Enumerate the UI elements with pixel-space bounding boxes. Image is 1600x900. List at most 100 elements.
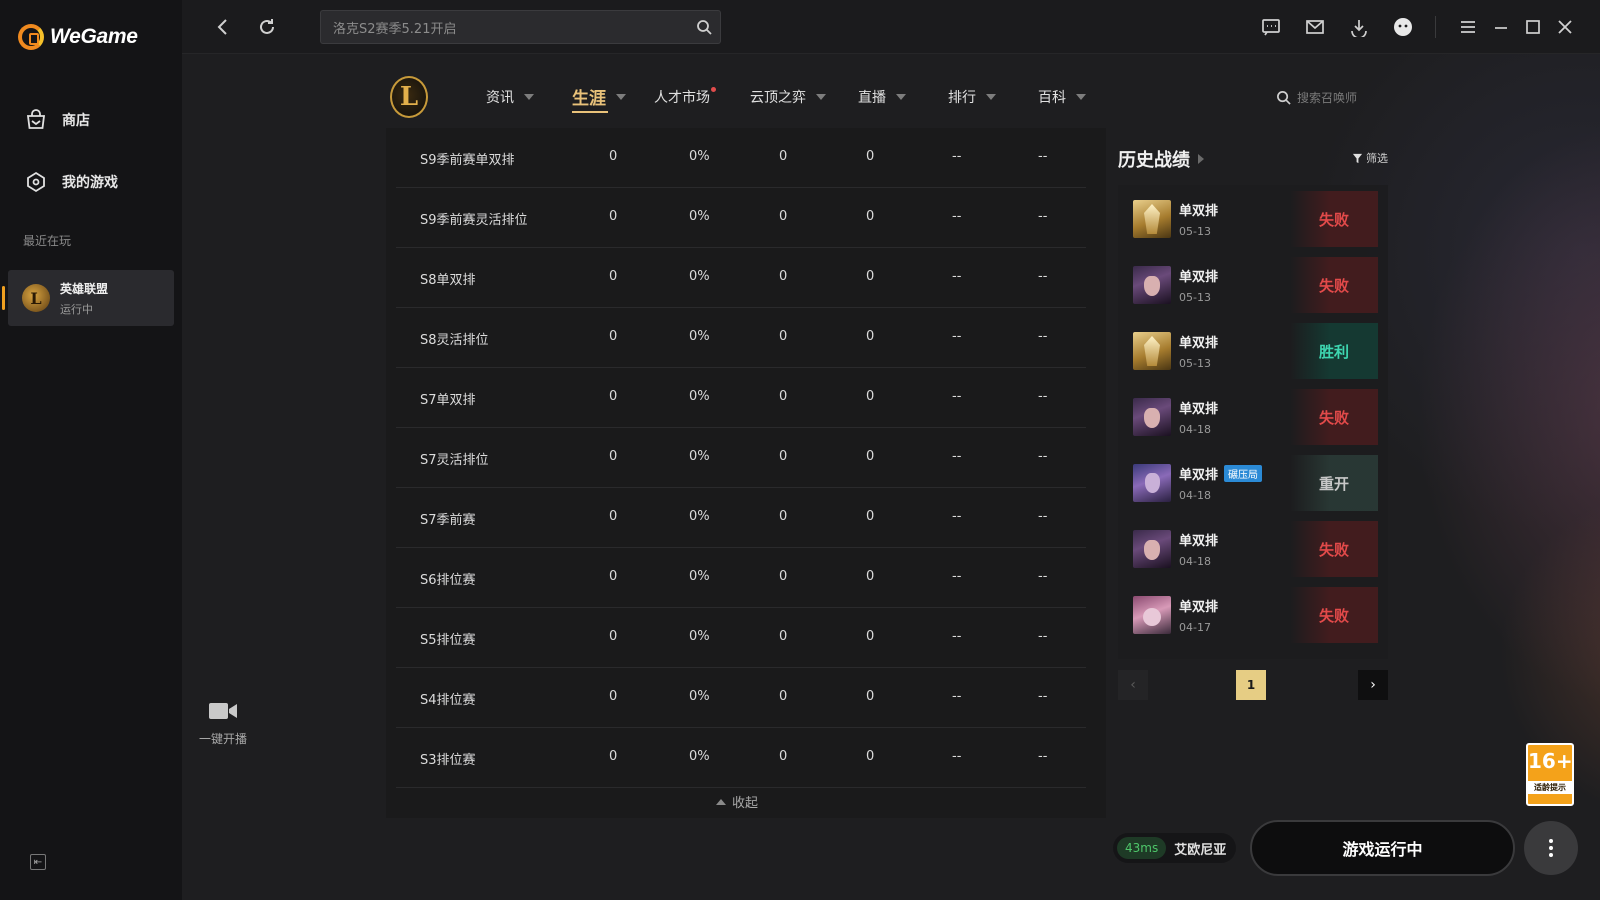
chat-button[interactable] <box>1258 14 1284 40</box>
stat-cell: 0 <box>779 629 788 644</box>
wegame-logo[interactable]: WeGame <box>18 24 138 50</box>
collapse-sidebar-button[interactable]: ⇤ <box>30 854 46 870</box>
tab-wiki[interactable]: 百科 <box>1038 87 1086 107</box>
tab-label: 人才市场 <box>654 90 710 106</box>
tab-career[interactable]: 生涯 <box>572 84 626 113</box>
tab-live[interactable]: 直播 <box>858 87 906 107</box>
brand-name: WeGame <box>50 25 138 48</box>
minimize-button[interactable] <box>1488 14 1514 40</box>
filter-icon <box>1352 153 1363 163</box>
lol-logo[interactable]: L <box>390 76 428 118</box>
lol-game-icon: L <box>22 284 50 312</box>
caret-up-icon <box>716 798 726 805</box>
chat-icon <box>1262 19 1280 36</box>
toolbar-divider <box>1435 16 1436 38</box>
table-row[interactable]: S8灵活排位 0 0% 0 0 -- -- <box>396 308 1086 368</box>
table-row[interactable]: S3排位赛 0 0% 0 0 -- -- <box>396 728 1086 788</box>
video-camera-icon <box>209 703 237 719</box>
search-icon[interactable] <box>696 19 712 35</box>
stat-cell: 0 <box>866 209 875 224</box>
mail-icon <box>1306 20 1324 34</box>
table-row[interactable]: S8单双排 0 0% 0 0 -- -- <box>396 248 1086 308</box>
tab-label: 生涯 <box>572 89 606 109</box>
season-stats-table: S9季前赛单双排 0 0% 0 0 -- -- S9季前赛灵活排位 0 0% 0… <box>386 128 1106 818</box>
age-rating-badge[interactable]: 16+ 适龄提示 <box>1526 743 1574 806</box>
previous-page-button[interactable]: ‹ <box>1118 670 1148 700</box>
table-row[interactable]: S9季前赛灵活排位 0 0% 0 0 -- -- <box>396 188 1086 248</box>
stat-cell: 0 <box>779 509 788 524</box>
table-row[interactable]: S7季前赛 0 0% 0 0 -- -- <box>396 488 1086 548</box>
season-name: S7季前赛 <box>420 513 476 528</box>
tab-news[interactable]: 资讯 <box>486 87 534 107</box>
table-row[interactable]: S4排位赛 0 0% 0 0 -- -- <box>396 668 1086 728</box>
back-button[interactable] <box>210 14 236 40</box>
match-mode: 单双排 <box>1179 534 1219 549</box>
maximize-button[interactable] <box>1520 14 1546 40</box>
match-date: 04-17 <box>1179 621 1211 634</box>
table-row[interactable]: S7单双排 0 0% 0 0 -- -- <box>396 368 1086 428</box>
collapse-table-button[interactable]: 收起 <box>716 792 758 811</box>
stat-cell: -- <box>952 329 962 344</box>
match-item[interactable]: 单双排 碾压局 04-18 重开 <box>1124 455 1378 511</box>
avatar-button[interactable] <box>1390 14 1416 40</box>
menu-button[interactable] <box>1455 14 1481 40</box>
filter-button[interactable]: 筛选 <box>1352 150 1388 166</box>
tab-tft[interactable]: 云顶之弈 <box>750 87 826 107</box>
stat-cell: 0 <box>866 629 875 644</box>
mail-button[interactable] <box>1302 14 1328 40</box>
stat-cell: 0% <box>689 509 710 524</box>
stat-cell: 0% <box>689 389 710 404</box>
refresh-button[interactable] <box>254 14 280 40</box>
top-bar: 洛克S2赛季5.21开启 <box>182 0 1600 54</box>
match-item[interactable]: 单双排 05-13 失败 <box>1124 191 1378 247</box>
table-row[interactable]: S9季前赛单双排 0 0% 0 0 -- -- <box>396 128 1086 188</box>
stat-cell: 0% <box>689 149 710 164</box>
season-name: S9季前赛单双排 <box>420 153 515 168</box>
match-item[interactable]: 单双排 04-18 失败 <box>1124 521 1378 577</box>
table-row[interactable]: S6排位赛 0 0% 0 0 -- -- <box>396 548 1086 608</box>
match-result: 失败 <box>1290 587 1378 643</box>
tab-talent-market[interactable]: 人才市场 <box>654 87 716 107</box>
download-button[interactable] <box>1346 14 1372 40</box>
stat-cell: 0 <box>779 569 788 584</box>
match-mode: 单双排 <box>1179 336 1219 351</box>
match-item[interactable]: 单双排 04-17 失败 <box>1124 587 1378 643</box>
game-running-button[interactable]: 游戏运行中 <box>1250 820 1515 876</box>
stat-cell: -- <box>952 629 962 644</box>
chevron-left-icon <box>217 19 227 35</box>
one-click-stream-button[interactable]: 一键开播 <box>193 700 253 747</box>
champion-avatar <box>1133 464 1171 502</box>
table-row[interactable]: S5排位赛 0 0% 0 0 -- -- <box>396 608 1086 668</box>
global-search-input[interactable]: 洛克S2赛季5.21开启 <box>320 10 721 44</box>
match-item[interactable]: 单双排 04-18 失败 <box>1124 389 1378 445</box>
sidebar-item-store[interactable]: 商店 <box>24 108 90 132</box>
match-result: 重开 <box>1290 455 1378 511</box>
page-number-button[interactable]: 1 <box>1236 670 1266 700</box>
stat-cell: 0 <box>866 509 875 524</box>
store-icon <box>26 109 46 129</box>
match-item[interactable]: 单双排 05-13 失败 <box>1124 257 1378 313</box>
stat-cell: 0 <box>866 329 875 344</box>
server-selector[interactable]: 43ms 艾欧尼亚 <box>1113 833 1237 863</box>
caret-down-icon <box>1076 94 1086 100</box>
history-pagination: ‹ 1 › <box>1118 670 1388 700</box>
season-name: S6排位赛 <box>420 573 476 588</box>
next-page-button[interactable]: › <box>1358 670 1388 700</box>
stat-cell: 0 <box>866 569 875 584</box>
stat-cell: -- <box>1038 449 1048 464</box>
chevron-right-icon: › <box>1370 677 1376 693</box>
table-row[interactable]: S7灵活排位 0 0% 0 0 -- -- <box>396 428 1086 488</box>
match-history-title[interactable]: 历史战绩 <box>1118 146 1204 172</box>
stat-cell: -- <box>1038 269 1048 284</box>
match-mode: 单双排 <box>1179 600 1219 615</box>
summoner-search-input[interactable]: 搜索召唤师 <box>1276 89 1357 106</box>
sidebar-item-my-games[interactable]: 我的游戏 <box>24 170 118 194</box>
tab-ranking[interactable]: 排行 <box>948 87 996 107</box>
stat-cell: -- <box>1038 149 1048 164</box>
close-button[interactable] <box>1552 14 1578 40</box>
recent-game-lol[interactable]: L 英雄联盟 运行中 <box>2 270 174 326</box>
match-date: 04-18 <box>1179 555 1211 568</box>
more-options-button[interactable] <box>1524 821 1578 875</box>
stat-cell: 0 <box>609 629 618 644</box>
match-item[interactable]: 单双排 05-13 胜利 <box>1124 323 1378 379</box>
